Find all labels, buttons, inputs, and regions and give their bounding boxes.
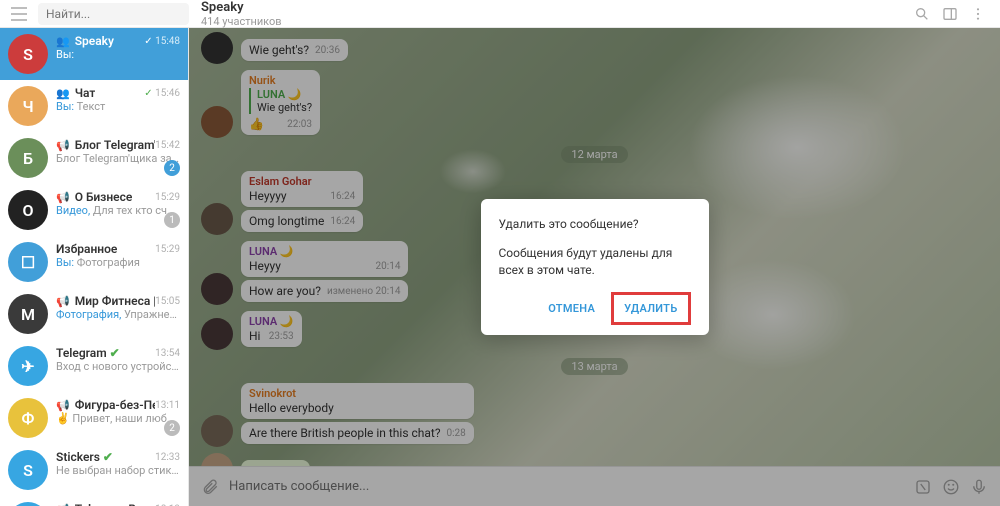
modal-overlay[interactable]: Удалить это сообщение? Сообщения будут у… xyxy=(189,28,1000,506)
topbar: Speaky 414 участников xyxy=(0,0,1000,28)
avatar: ✈ xyxy=(8,346,48,386)
chat-name: Фигура-без-Пере… xyxy=(75,398,155,412)
chat-preview: ✌ Привет, наши люби… xyxy=(56,412,180,425)
chat-list-item[interactable]: Ф 📢 Фигура-без-Пере…13:11✌ Привет, наши лю… xyxy=(0,392,188,444)
chat-time: 12:33 xyxy=(155,452,180,463)
chat-time: 15:48 xyxy=(155,36,180,47)
chat-type-icon: 📢 xyxy=(56,295,70,308)
header-actions xyxy=(914,6,1000,22)
chat-type-icon: 📢 xyxy=(56,503,70,506)
chat-name: Telegram xyxy=(56,346,107,360)
chat-list-item[interactable]: ✈ Telegram✔ 13:54Вход с нового устройства.… xyxy=(0,340,188,392)
chat-time: 15:46 xyxy=(155,88,180,99)
chat-preview: Вы: Фотография xyxy=(56,256,180,269)
unread-badge: 2 xyxy=(164,160,180,176)
chat-header[interactable]: Speaky 414 участников xyxy=(189,0,914,28)
sidebar[interactable]: S👥Speaky✓ 15:48Вы: Ч👥Чат✓ 15:46Вы: Текст… xyxy=(0,28,189,506)
chat-preview: Вы: xyxy=(56,48,180,61)
chat-type-icon: 👥 xyxy=(56,35,70,48)
panel-icon[interactable] xyxy=(942,6,958,22)
menu-button[interactable] xyxy=(0,7,38,21)
chat-time: 13:54 xyxy=(155,348,180,359)
delete-dialog: Удалить это сообщение? Сообщения будут у… xyxy=(481,199,709,336)
unread-badge: 1 xyxy=(164,212,180,228)
chat-name: Stickers xyxy=(56,450,100,464)
dialog-body: Сообщения будут удалены для всех в этом … xyxy=(499,245,691,279)
chat-list-item[interactable]: О 📢 О Бизнесе 15:29Видео, Для тех кто счит…… xyxy=(0,184,188,236)
search-wrap[interactable] xyxy=(38,3,189,25)
chat-name: Мир Фитнеса | Fi… xyxy=(75,294,155,308)
dialog-title: Удалить это сообщение? xyxy=(499,217,691,231)
chat-name: Блог Telegram'щ… xyxy=(75,138,155,152)
chat-time: 15:42 xyxy=(155,140,180,151)
chat-time: 15:29 xyxy=(155,244,180,255)
avatar: Б xyxy=(8,502,48,506)
dialog-actions: ОТМЕНА УДАЛИТЬ xyxy=(499,292,691,325)
verified-icon: ✔ xyxy=(103,450,113,464)
delete-button[interactable]: УДАЛИТЬ xyxy=(611,292,690,325)
chat-time: 13:11 xyxy=(155,400,180,411)
chat-preview: Вы: Текст xyxy=(56,100,180,113)
avatar: М xyxy=(8,294,48,334)
cancel-button[interactable]: ОТМЕНА xyxy=(538,292,605,325)
chat-list-item[interactable]: ☐ Избранное 15:29Вы: Фотография xyxy=(0,236,188,288)
chat-preview: Фотография, Упражнен… xyxy=(56,308,180,321)
chat-header-title: Speaky xyxy=(201,0,914,15)
search-input[interactable] xyxy=(46,7,181,21)
chat-list-item[interactable]: Ч👥Чат✓ 15:46Вы: Текст xyxy=(0,80,188,132)
chat-preview: Не выбран набор стикеро… xyxy=(56,464,180,477)
chat-preview: Вход с нового устройства. А… xyxy=(56,360,180,373)
more-icon[interactable] xyxy=(970,6,986,22)
avatar: S xyxy=(8,34,48,74)
chat-preview: Блог Telegram'щика зак… xyxy=(56,152,180,165)
avatar: Б xyxy=(8,138,48,178)
chat-list-item[interactable]: М 📢 Мир Фитнеса | Fi…15:05Фотография, Упра… xyxy=(0,288,188,340)
chat-header-subtitle: 414 участников xyxy=(201,15,914,28)
avatar: ☐ xyxy=(8,242,48,282)
search-icon[interactable] xyxy=(914,6,930,22)
verified-icon: ✔ xyxy=(110,346,120,360)
chat-list-item[interactable]: Б📢Telegram Baza10:19Фотография, @FORS_M… xyxy=(0,496,188,506)
chat-type-icon: 📢 xyxy=(56,399,70,412)
avatar: S xyxy=(8,450,48,490)
chat-name: Чат xyxy=(75,86,96,100)
chat-preview: Видео, Для тех кто счит… xyxy=(56,204,180,217)
avatar: Ф xyxy=(8,398,48,438)
chat-name: Speaky xyxy=(75,34,114,48)
chat-type-icon: 👥 xyxy=(56,87,70,100)
chat-name: О Бизнесе xyxy=(75,190,133,204)
chat-type-icon: 📢 xyxy=(56,139,70,152)
unread-badge: 2 xyxy=(164,420,180,436)
avatar: Ч xyxy=(8,86,48,126)
chat-name: Избранное xyxy=(56,242,117,256)
chat-type-icon: 📢 xyxy=(56,191,70,204)
chat-time: 15:29 xyxy=(155,192,180,203)
avatar: О xyxy=(8,190,48,230)
chat-area: Wie geht's?20:36NurikLUNA 🌙Wie geht's?👍2… xyxy=(189,28,1000,506)
chat-name: Telegram Baza xyxy=(75,502,155,506)
chat-time: 15:05 xyxy=(155,296,180,307)
chat-list-item[interactable]: Б 📢 Блог Telegram'щ…15:42Блог Telegram'щик… xyxy=(0,132,188,184)
chat-list-item[interactable]: S Stickers✔ 12:33Не выбран набор стикеро… xyxy=(0,444,188,496)
chat-list-item[interactable]: S👥Speaky✓ 15:48Вы: xyxy=(0,28,188,80)
hamburger-icon xyxy=(11,7,27,21)
